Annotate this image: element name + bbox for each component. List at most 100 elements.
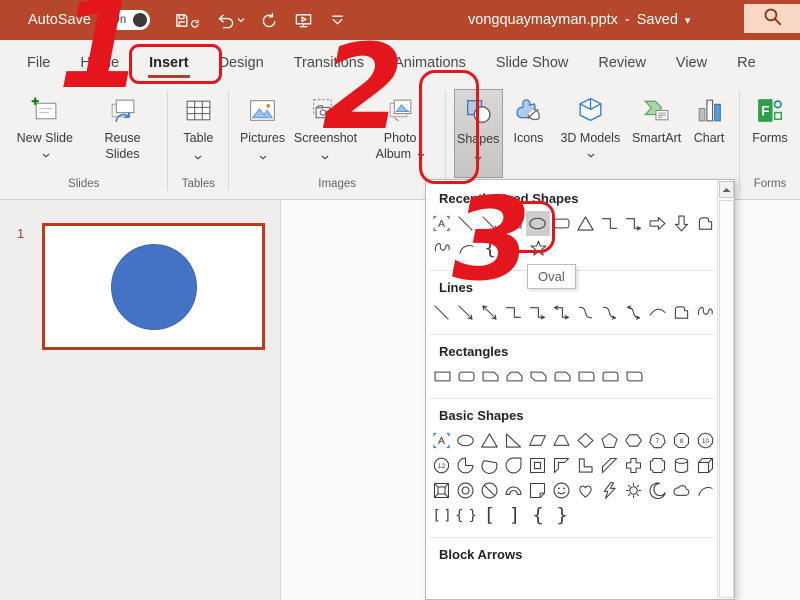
tab-view[interactable]: View — [661, 40, 722, 85]
autosave-toggle[interactable]: On — [103, 10, 150, 30]
shape-scribble[interactable] — [430, 236, 454, 261]
shape-oval[interactable] — [526, 211, 550, 236]
save-icon[interactable] — [174, 10, 200, 31]
shape-rectangle[interactable] — [502, 211, 526, 236]
shape-frame[interactable] — [526, 453, 550, 478]
shape-right-brace[interactable]: } — [550, 503, 574, 528]
shape-left-bracket[interactable]: [ — [478, 503, 502, 528]
shape-bevel[interactable] — [430, 478, 454, 503]
ribbon-button-3d-models[interactable]: 3D Models — [555, 89, 627, 178]
shape-isosceles-triangle[interactable] — [574, 211, 598, 236]
start-presentation-icon[interactable] — [294, 11, 313, 30]
shape-moon[interactable] — [645, 478, 669, 503]
shape-half-frame[interactable] — [550, 453, 574, 478]
shape-line-arrow[interactable] — [478, 211, 502, 236]
shape-donut[interactable] — [454, 478, 478, 503]
shape-isosceles-triangle[interactable] — [478, 428, 502, 453]
shape-diamond[interactable] — [574, 428, 598, 453]
shape-line-arrow-double[interactable] — [478, 300, 502, 325]
shape-arrow-down[interactable] — [669, 211, 693, 236]
shape-parallelogram[interactable] — [526, 428, 550, 453]
shape-star-5-points[interactable] — [526, 236, 550, 261]
shape-text-box[interactable]: A — [430, 428, 454, 453]
shape-octagon[interactable]: 8 — [669, 428, 693, 453]
tab-transitions[interactable]: Transitions — [279, 40, 379, 85]
slide-thumbnail[interactable] — [42, 223, 265, 350]
ribbon-button-new-slide[interactable]: New Slide — [8, 89, 82, 178]
tab-insert[interactable]: Insert — [134, 40, 204, 85]
shape-snip-same-side-corner-rectangle[interactable] — [502, 364, 526, 389]
ribbon-button-reuse-slides[interactable]: Reuse Slides — [86, 89, 160, 178]
shape-snip-diagonal-corner-rectangle[interactable] — [526, 364, 550, 389]
scrollbar-thumb[interactable] — [719, 200, 734, 598]
ribbon-button-screenshot[interactable]: Screenshot — [292, 89, 359, 178]
shape-round-single-corner-rectangle[interactable] — [574, 364, 598, 389]
ribbon-button-table[interactable]: Table — [176, 89, 220, 178]
ribbon-button-chart[interactable]: Chart — [687, 89, 731, 178]
tab-animations[interactable]: Animations — [379, 40, 481, 85]
shape-scribble[interactable] — [693, 300, 717, 325]
shape-snip-single-corner-rectangle[interactable] — [478, 364, 502, 389]
shape-line-arrow[interactable] — [454, 300, 478, 325]
shape-freeform-shape[interactable] — [669, 300, 693, 325]
save-status[interactable]: Saved — [637, 12, 678, 28]
shape-connector-elbow[interactable] — [597, 211, 621, 236]
tab-file[interactable]: File — [12, 40, 65, 85]
shape-no-symbol[interactable] — [478, 478, 502, 503]
shape-right-bracket[interactable]: ] — [502, 503, 526, 528]
shape-regular-pentagon[interactable] — [597, 428, 621, 453]
shape-arc[interactable] — [693, 478, 717, 503]
shape-double-brace[interactable]: { } — [454, 503, 478, 528]
tab-review[interactable]: Review — [583, 40, 661, 85]
shape-right-triangle[interactable] — [502, 428, 526, 453]
shape-lightning-bolt[interactable] — [597, 478, 621, 503]
shape-round-same-side-corner-rectangle[interactable] — [598, 364, 622, 389]
shape-double-bracket[interactable]: [ ] — [430, 503, 454, 528]
shape-left-brace[interactable]: { — [478, 236, 502, 261]
ribbon-button-photo-album[interactable]: Photo Album — [363, 89, 437, 178]
shape-diagonal-stripe[interactable] — [597, 453, 621, 478]
shape-dodecagon[interactable]: 12 — [430, 453, 454, 478]
shape-smiley-face[interactable] — [550, 478, 574, 503]
shape-plaque[interactable] — [645, 453, 669, 478]
shape-heptagon[interactable]: 7 — [645, 428, 669, 453]
customize-toolbar-icon[interactable] — [328, 11, 347, 30]
shape-line[interactable] — [430, 300, 454, 325]
shape-heart[interactable] — [574, 478, 598, 503]
redo-icon[interactable] — [260, 11, 279, 30]
shape-connector-elbow-arrow[interactable] — [526, 300, 550, 325]
tab-slide-show[interactable]: Slide Show — [481, 40, 584, 85]
shape-sun[interactable] — [621, 478, 645, 503]
shape-cube[interactable] — [693, 453, 717, 478]
shape-oval[interactable] — [454, 428, 478, 453]
shape-trapezoid[interactable] — [550, 428, 574, 453]
tab-home[interactable]: Home — [65, 40, 134, 85]
ribbon-button-icons[interactable]: Icons — [507, 89, 551, 178]
shape-hexagon[interactable] — [621, 428, 645, 453]
shape-line[interactable] — [454, 211, 478, 236]
ribbon-button-smartart[interactable]: SmartArt — [630, 89, 683, 178]
shape-round-diagonal-corner-rectangle[interactable] — [622, 364, 646, 389]
search-button[interactable] — [744, 4, 800, 33]
shape-l-shape[interactable] — [574, 453, 598, 478]
shape-decagon[interactable]: 10 — [693, 428, 717, 453]
tab-re[interactable]: Re — [722, 40, 771, 85]
ribbon-button-pictures[interactable]: Pictures — [237, 89, 287, 178]
shape-connector-curved-double-arrow[interactable] — [621, 300, 645, 325]
shapes-menu-scrollbar[interactable] — [717, 180, 734, 599]
shape-text-box[interactable]: A — [430, 211, 454, 236]
ribbon-button-forms[interactable]: FForms — [748, 89, 792, 178]
shape-folded-corner[interactable] — [526, 478, 550, 503]
shape-cloud[interactable] — [669, 478, 693, 503]
scroll-up-icon[interactable] — [719, 181, 734, 198]
shape-connector-elbow-arrow[interactable] — [621, 211, 645, 236]
shape-connector-elbow[interactable] — [502, 300, 526, 325]
undo-icon[interactable] — [215, 11, 245, 30]
shape-rounded-rectangle[interactable] — [550, 211, 574, 236]
tab-design[interactable]: Design — [204, 40, 279, 85]
shape-connector-curved-arrow[interactable] — [597, 300, 621, 325]
shape-cross[interactable] — [621, 453, 645, 478]
shape-arrow-right[interactable] — [645, 211, 669, 236]
shape-right-brace[interactable]: } — [502, 236, 526, 261]
shape-pie[interactable] — [454, 453, 478, 478]
